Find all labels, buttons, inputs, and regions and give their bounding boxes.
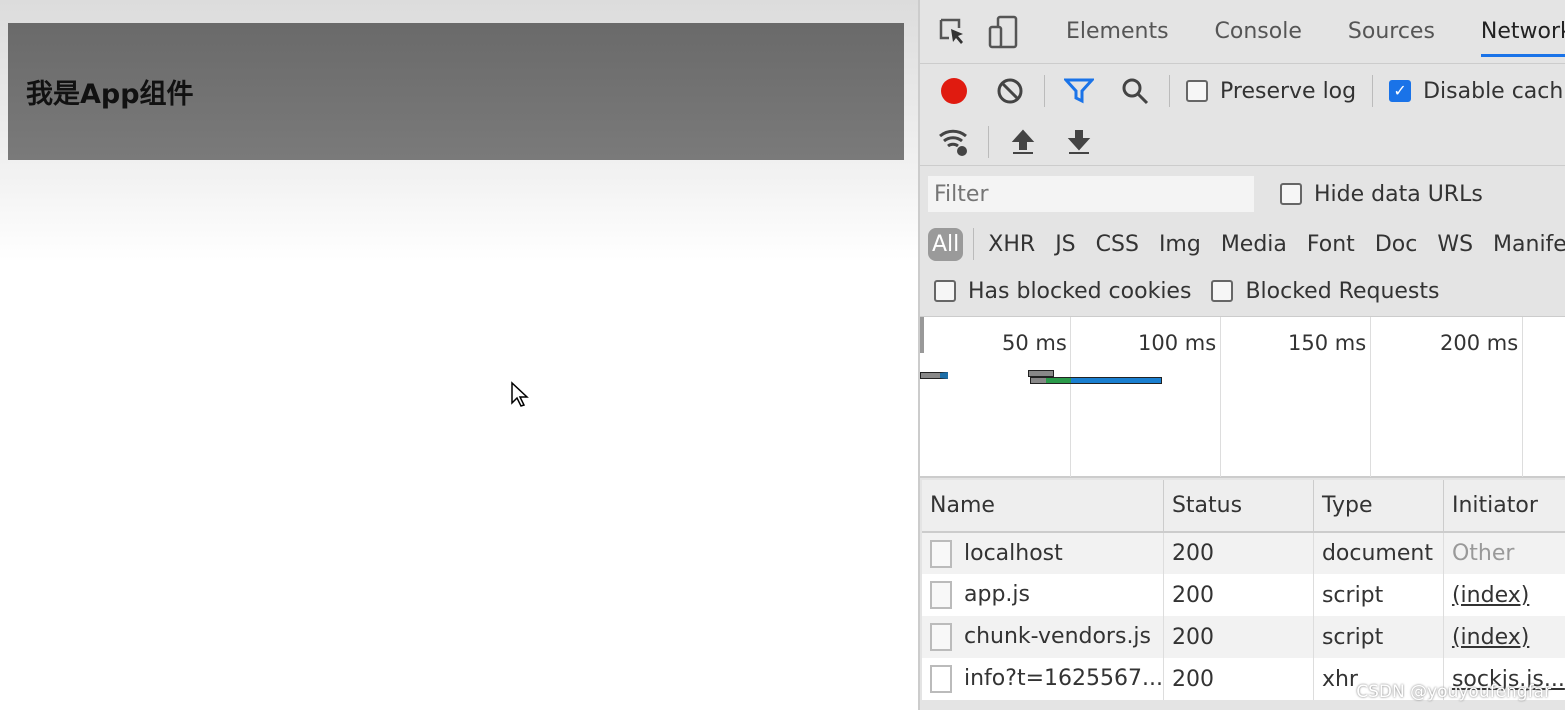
- request-initiator-link[interactable]: (index): [1443, 616, 1565, 658]
- timeline-tick-label: 150 ms: [1288, 331, 1367, 355]
- request-initiator: Other: [1443, 532, 1565, 574]
- requests-table: Name Status Type Initiator localhost 200 d…: [922, 480, 1565, 700]
- page-viewport: 我是App组件: [0, 0, 918, 710]
- table-row[interactable]: app.js 200 script (index): [922, 574, 1565, 616]
- column-initiator[interactable]: Initiator: [1443, 480, 1565, 533]
- type-filter-media[interactable]: Media: [1221, 232, 1287, 257]
- network-timeline[interactable]: 50 ms 100 ms 150 ms 200 ms: [920, 316, 1565, 478]
- device-toolbar-icon[interactable]: [988, 14, 1018, 50]
- type-filter-ws[interactable]: WS: [1437, 232, 1473, 257]
- preserve-log-label: Preserve log: [1220, 78, 1357, 104]
- request-status: 200: [1163, 658, 1314, 700]
- type-filter-font[interactable]: Font: [1307, 232, 1355, 257]
- disable-cache-label: Disable cach: [1423, 78, 1564, 104]
- table-row[interactable]: chunk-vendors.js 200 script (index): [922, 616, 1565, 658]
- timeline-handle[interactable]: [920, 317, 924, 353]
- document-icon: [930, 539, 952, 568]
- blocked-requests-label: Blocked Requests: [1245, 278, 1440, 304]
- record-icon[interactable]: [936, 73, 972, 109]
- filter-icon[interactable]: [1061, 73, 1097, 109]
- import-har-icon[interactable]: [1005, 124, 1041, 160]
- request-name: localhost: [964, 540, 1063, 566]
- preserve-log-checkbox[interactable]: [1186, 80, 1208, 102]
- column-name[interactable]: Name: [922, 480, 1164, 533]
- network-conditions-icon[interactable]: [936, 124, 972, 160]
- timeline-bar: [1028, 370, 1054, 377]
- script-file-icon: [930, 581, 952, 609]
- has-blocked-cookies-label: Has blocked cookies: [968, 278, 1192, 304]
- clear-icon[interactable]: [992, 73, 1028, 109]
- table-row[interactable]: localhost 200 document Other: [922, 532, 1565, 574]
- watermark: CSDN @youyoufengfar: [1356, 682, 1551, 702]
- tab-elements[interactable]: Elements: [1066, 19, 1169, 44]
- type-filter-css[interactable]: CSS: [1096, 232, 1139, 257]
- request-name: chunk-vendors.js: [964, 624, 1152, 649]
- tab-sources[interactable]: Sources: [1348, 19, 1435, 44]
- blocked-requests-checkbox[interactable]: [1211, 280, 1234, 302]
- timeline-tick-label: 100 ms: [1138, 331, 1217, 355]
- type-filter-doc[interactable]: Doc: [1375, 232, 1418, 257]
- request-status: 200: [1163, 616, 1314, 658]
- request-type: script: [1313, 574, 1444, 616]
- type-filter-js[interactable]: JS: [1055, 232, 1075, 257]
- timeline-gridline: [1370, 317, 1371, 477]
- hide-data-urls-label: Hide data URLs: [1314, 181, 1483, 207]
- app-heading: 我是App组件: [26, 79, 194, 110]
- request-name: info?t=1625567...: [964, 666, 1163, 691]
- has-blocked-cookies-checkbox[interactable]: [934, 280, 956, 302]
- request-status: 200: [1163, 574, 1314, 616]
- timeline-gridline: [1070, 317, 1071, 477]
- xhr-file-icon: [930, 665, 952, 693]
- column-status[interactable]: Status: [1163, 480, 1314, 533]
- request-type: document: [1313, 532, 1444, 574]
- request-initiator-link[interactable]: (index): [1443, 574, 1565, 616]
- tab-network[interactable]: Network: [1480, 19, 1565, 57]
- timeline-tick-label: 50 ms: [1002, 331, 1067, 355]
- disable-cache-checkbox[interactable]: ✓: [1389, 80, 1412, 102]
- timeline-bar: [920, 372, 948, 379]
- request-status: 200: [1163, 532, 1314, 574]
- timeline-tick-label: 200 ms: [1440, 331, 1519, 355]
- export-har-icon[interactable]: [1061, 124, 1097, 160]
- type-filter-manifest[interactable]: Manifes: [1493, 232, 1565, 257]
- script-file-icon: [930, 623, 952, 651]
- inspect-element-icon[interactable]: [938, 14, 968, 50]
- timeline-bar: [1030, 377, 1162, 384]
- hide-data-urls-checkbox[interactable]: [1280, 183, 1302, 205]
- devtools-panel: Elements Console Sources Network Preserv…: [918, 0, 1565, 710]
- type-filter-all[interactable]: All: [928, 227, 964, 261]
- type-filter-xhr[interactable]: XHR: [988, 232, 1035, 257]
- app-component: 我是App组件: [8, 23, 904, 160]
- mouse-cursor-icon: [511, 381, 529, 407]
- request-name: app.js: [964, 582, 1030, 607]
- request-type: script: [1313, 616, 1444, 658]
- timeline-gridline: [1522, 317, 1523, 477]
- type-filter-img[interactable]: Img: [1159, 232, 1201, 257]
- tab-console[interactable]: Console: [1215, 19, 1302, 44]
- search-icon[interactable]: [1117, 73, 1153, 109]
- filter-input[interactable]: [928, 176, 1254, 212]
- column-type[interactable]: Type: [1313, 480, 1444, 533]
- timeline-gridline: [1220, 317, 1221, 477]
